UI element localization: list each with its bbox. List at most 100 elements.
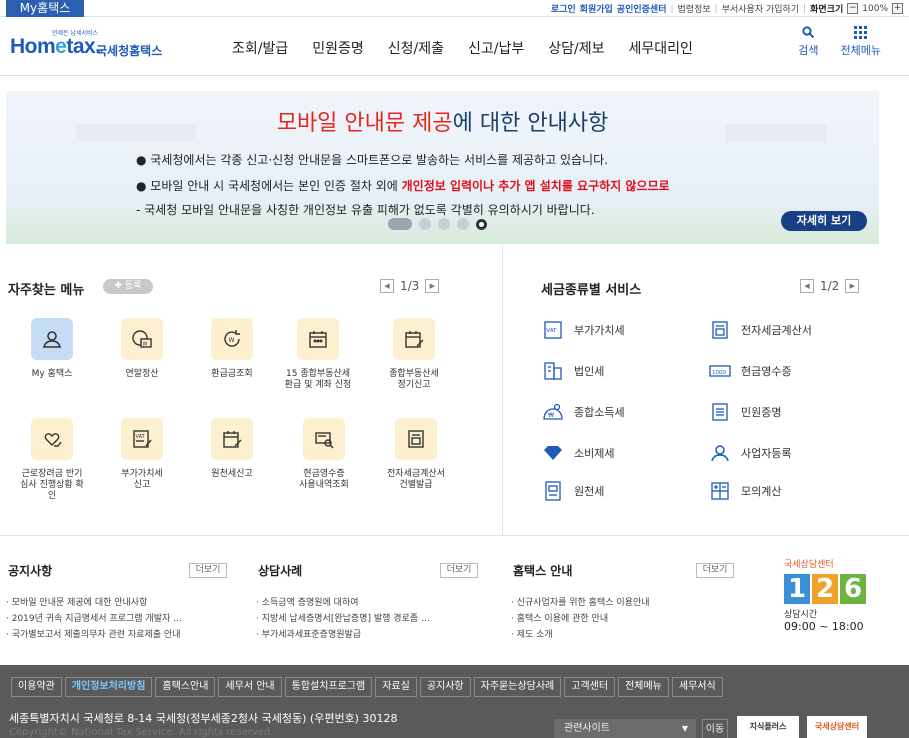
list-item[interactable]: · 소득금액 증명원에 대하여 [256, 595, 430, 611]
nav-item-inquiry[interactable]: 조회/발급 [220, 38, 300, 58]
notices-more-button[interactable]: 더보기 [189, 563, 227, 578]
search-button[interactable]: 검색 [798, 26, 819, 58]
logo-wordmark: Hometax. [10, 35, 101, 58]
service-business-registration[interactable]: 사업자등록 [709, 444, 792, 462]
banner-more-button[interactable]: 자세히 보기 [781, 211, 867, 231]
my-hometax-tab[interactable]: My홈택스 [6, 0, 84, 17]
zoom-in-button[interactable]: + [892, 3, 903, 14]
prev-page-button[interactable]: ◀ [380, 279, 394, 293]
banner-dot-3[interactable] [438, 218, 450, 230]
footer-link-tax-office[interactable]: 세무서 안내 [218, 677, 282, 697]
logo-subtitle: 국세청홈택스 [96, 44, 163, 58]
footer-link-install[interactable]: 통합설치프로그램 [284, 677, 373, 697]
svg-text:W: W [143, 342, 148, 348]
nav-item-report-pay[interactable]: 신고/납부 [456, 38, 536, 58]
top-links: 로그인 회원가입 공인인증센터 | 법령정보 | 부서사용자 가입하기 | 화면… [551, 1, 903, 16]
column-divider [502, 245, 503, 535]
list-item[interactable]: · 모바일 안내문 제공에 대한 안내사항 [6, 595, 182, 611]
list-item[interactable]: · 제도 소개 [511, 627, 650, 643]
quick-item-cash-receipt[interactable]: 현금영수증 사용내역조회 [283, 418, 365, 491]
quick-item-withholding-report[interactable]: 원천세신고 [191, 418, 273, 480]
divider: | [803, 3, 807, 14]
notices-title: 공지사항 [8, 564, 53, 578]
service-certificate[interactable]: 민원증명 [709, 403, 781, 421]
quick-item-work-incentive[interactable]: 근로장려금 반기 심사 진행상황 확 인 [11, 418, 93, 502]
banner-dot-2[interactable] [419, 218, 431, 230]
banner-stop-button[interactable] [476, 218, 487, 230]
call-center-number: 1 2 6 [784, 574, 894, 604]
zoom-out-button[interactable]: − [847, 3, 859, 14]
quick-item-year-end[interactable]: W 연말정산 [101, 318, 183, 380]
banner-line-1: ● 국세청에서는 각종 신고·신청 안내문을 스마트폰으로 발송하는 서비스를 … [136, 153, 608, 167]
quick-item-refund[interactable]: W 환급금조회 [191, 318, 273, 380]
cert-center-link[interactable]: 공인인증센터 [617, 2, 667, 15]
login-link[interactable]: 로그인 [551, 2, 576, 15]
footer-link-privacy[interactable]: 개인정보처리방침 [64, 677, 153, 697]
footer-link-tax-forms[interactable]: 세무서식 [671, 677, 723, 697]
invoice-icon [709, 321, 731, 339]
footer-links: 이용약관 개인정보처리방침 홈택스안내 세무서 안내 통합설치프로그램 자료실 … [11, 677, 723, 697]
service-corporate-tax[interactable]: 법인세 [542, 362, 604, 380]
quick-menu-title: 자주찾는 메뉴 [8, 283, 85, 298]
service-vat[interactable]: VAT 부가가치세 [542, 321, 625, 339]
register-menu-button[interactable]: ✚ 등록 [103, 279, 153, 294]
call-center-126: 국세상담센터 1 2 6 상담시간 09:00 ~ 18:00 [784, 557, 894, 649]
calculator-icon [709, 482, 731, 500]
guide-more-button[interactable]: 더보기 [696, 563, 734, 578]
screen-size-label: 화면크기 [810, 5, 844, 15]
signup-link[interactable]: 회원가입 [580, 2, 613, 15]
footer-link-terms[interactable]: 이용약관 [11, 677, 62, 697]
nav-item-certificate[interactable]: 민원증명 [300, 38, 376, 58]
quick-item-property-tax-report[interactable]: 종합부동산세 정기신고 [373, 318, 455, 391]
quick-item-e-invoice[interactable]: 전자세금계산서 건별발급 [375, 418, 457, 491]
service-cash-receipt[interactable]: 1000 현금영수증 [709, 362, 792, 380]
list-item[interactable]: · 지방세 납세증명서[완납증명] 발행 경로좀 … [256, 611, 430, 627]
vat-icon: VAT [542, 321, 564, 339]
quick-item-my-hometax[interactable]: My 홈택스 [11, 318, 93, 380]
footer-copyright: Copyright© National Tax Service. All rig… [9, 727, 274, 738]
refund-icon: W [211, 318, 253, 360]
nav-item-application[interactable]: 신청/제출 [376, 38, 456, 58]
vat-icon: VAT [121, 418, 163, 460]
withholding-icon [542, 481, 564, 501]
service-e-invoice[interactable]: 전자세금계산서 [709, 321, 812, 339]
nav-item-agent[interactable]: 세무대리인 [617, 38, 705, 58]
list-item[interactable]: · 홈택스 이용에 관한 안내 [511, 611, 650, 627]
cases-more-button[interactable]: 더보기 [440, 563, 478, 578]
hometax-logo[interactable]: 언제든 납세서비스 Hometax. 국세청홈택스 [10, 28, 175, 62]
service-income-tax[interactable]: ₩ 종합소득세 [542, 403, 625, 421]
service-withholding-tax[interactable]: 원천세 [542, 481, 604, 501]
global-nav: 조회/발급 민원증명 신청/제출 신고/납부 상담/제보 세무대리인 [220, 38, 705, 58]
banner-dot-4[interactable] [457, 218, 469, 230]
all-menu-button[interactable]: 전체메뉴 [841, 26, 881, 58]
quick-item-property-tax-refund[interactable]: 15 종합부동산세 환급 및 계좌 신청 [277, 318, 359, 391]
footer-link-library[interactable]: 자료실 [375, 677, 417, 697]
knowledge-plus-logo[interactable]: 지식플러스 [737, 716, 799, 738]
banner-dot-1[interactable] [388, 218, 412, 230]
list-item[interactable]: · 부가세과세표준증명원발급 [256, 627, 430, 643]
chevron-down-icon: ▼ [681, 724, 688, 733]
related-sites-select[interactable]: 관련사이트 ▼ [554, 719, 696, 738]
next-page-button[interactable]: ▶ [425, 279, 440, 293]
notice-banner[interactable]: 모바일 안내문 제공에 대한 안내사항 ● 국세청에서는 각종 신고·신청 안내… [6, 91, 879, 244]
list-item[interactable]: · 2019년 귀속 지급명세서 프로그램 개발자 … [6, 611, 182, 627]
nav-item-consult[interactable]: 상담/제보 [536, 38, 616, 58]
footer-link-all-menu[interactable]: 전체메뉴 [618, 677, 669, 697]
footer-link-faq[interactable]: 자주묻는상담사례 [473, 677, 562, 697]
list-item[interactable]: · 국가별보고서 제출의무자 관련 자료제출 안내 [6, 627, 182, 643]
service-simulation[interactable]: 모의계산 [709, 482, 781, 500]
next-page-button[interactable]: ▶ [845, 279, 860, 293]
footer-link-customer-center[interactable]: 고객센터 [564, 677, 616, 697]
list-item[interactable]: · 신규사업자를 위한 홈택스 이용안내 [511, 595, 650, 611]
prev-page-button[interactable]: ◀ [800, 279, 814, 293]
law-info-link[interactable]: 법령정보 [678, 2, 711, 15]
go-button[interactable]: 이동 [702, 719, 728, 738]
heart-hand-icon [31, 418, 73, 460]
dept-user-join-link[interactable]: 부서사용자 가입하기 [722, 2, 799, 15]
quick-item-vat-report[interactable]: VAT 부가가치세 신고 [101, 418, 183, 491]
footer-link-guide[interactable]: 홈택스안내 [155, 677, 216, 697]
call-center-logo[interactable]: 국세상담센터 [807, 716, 867, 738]
service-consumption-tax[interactable]: 소비제세 [542, 444, 614, 462]
footer-link-notices[interactable]: 공지사항 [419, 677, 471, 697]
divider: | [670, 3, 674, 14]
